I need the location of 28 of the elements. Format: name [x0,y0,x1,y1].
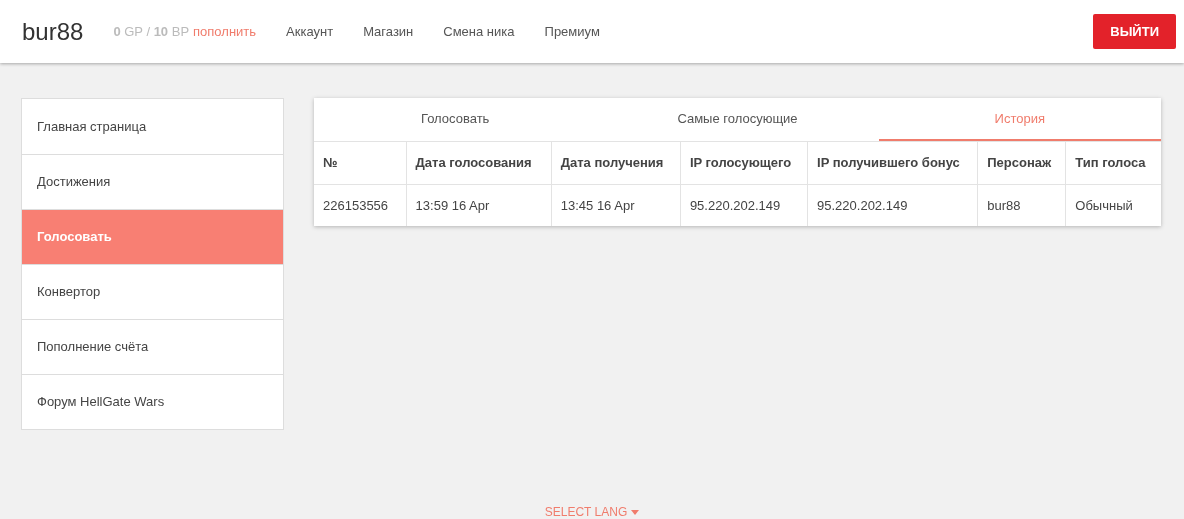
sidebar-item[interactable]: Конвертор [22,264,283,319]
column-header: № [314,141,407,185]
column-header: Дата голосования [406,141,552,185]
table-cell: 13:59 16 Apr [406,184,552,226]
nav-link[interactable]: Магазин [363,21,414,42]
table-cell: 13:45 16 Apr [551,184,681,226]
sidebar-item[interactable]: Пополнение счёта [22,319,283,374]
table-cell: Обычный [1065,184,1161,226]
logout-button[interactable]: ВЫЙТИ [1093,14,1176,49]
tab[interactable]: Самые голосующие [596,98,879,141]
sidebar-item[interactable]: Форум HellGate Wars [22,374,283,429]
caret-icon [631,509,640,515]
table-cell: 95.220.202.149 [680,184,808,226]
column-header: Дата получения [551,141,681,185]
tab[interactable]: Голосовать [314,98,597,141]
column-header: Персонаж [977,141,1066,185]
sidebar-item[interactable]: Главная страница [22,99,283,154]
nav-link[interactable]: Премиум [544,21,600,42]
column-header: IP получившего бонус [807,141,978,185]
nav-link[interactable]: Аккаунт [286,21,334,42]
username: bur88 [22,16,84,47]
table-cell: 95.220.202.149 [807,184,978,226]
table-cell: 226153556 [314,184,407,226]
balance-text: 0 GP / 10 BP [113,22,190,41]
column-header: Тип голоса [1065,141,1161,185]
nav-link[interactable]: Смена ника [443,21,515,42]
column-header: IP голосующего [680,141,808,185]
table-cell: bur88 [977,184,1066,226]
